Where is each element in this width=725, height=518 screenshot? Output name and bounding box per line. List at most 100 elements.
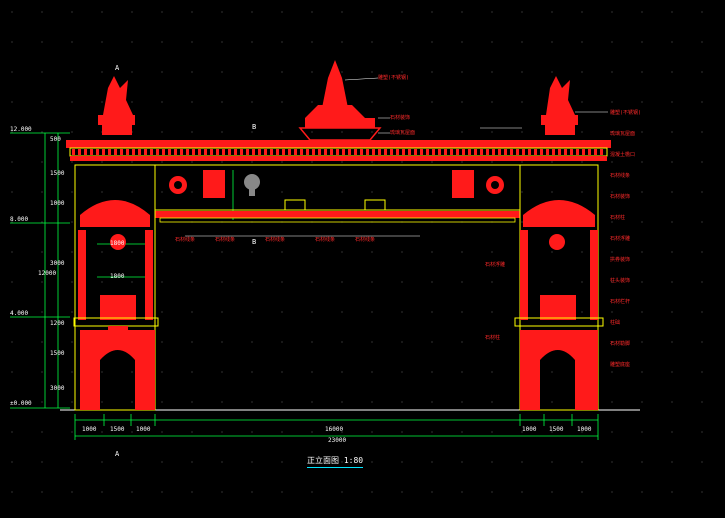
callout-label: 拱券装饰 xyxy=(610,257,631,263)
dentil xyxy=(138,149,141,155)
dentil xyxy=(378,149,381,155)
callout-label: 石材线条 xyxy=(175,237,196,243)
gate-structure[interactable] xyxy=(66,60,611,411)
dentil xyxy=(366,149,369,155)
callout-label: 石材装饰 xyxy=(390,115,411,121)
dentil xyxy=(210,149,213,155)
dentil xyxy=(570,149,573,155)
section-mark: B xyxy=(252,238,257,246)
dentil xyxy=(480,149,483,155)
dentil xyxy=(408,149,411,155)
dentil xyxy=(198,149,201,155)
callout-label: 石材浮雕 xyxy=(610,236,631,242)
dentil xyxy=(258,149,261,155)
medallion-ornament xyxy=(169,170,504,198)
dentil xyxy=(456,149,459,155)
dentil xyxy=(594,149,597,155)
dentil xyxy=(108,149,111,155)
callout-label: 石材线条 xyxy=(355,237,376,243)
callout-label: 柱础 xyxy=(610,320,621,326)
dentil xyxy=(588,149,591,155)
dentil xyxy=(600,149,603,155)
dentil xyxy=(192,149,195,155)
dentil xyxy=(84,149,87,155)
dentil xyxy=(402,149,405,155)
callout-label: 混凝土檐口 xyxy=(610,152,636,158)
right-tower xyxy=(514,164,604,411)
left-dim: 1000 xyxy=(50,200,65,207)
callout-label: 石材装饰 xyxy=(610,194,631,200)
dentil xyxy=(384,149,387,155)
section-mark: B xyxy=(252,123,257,131)
dentil xyxy=(216,149,219,155)
dentil xyxy=(228,149,231,155)
dentil xyxy=(96,149,99,155)
dentil xyxy=(504,149,507,155)
dentil xyxy=(180,149,183,155)
callout-label: 石材栏杆 xyxy=(610,299,631,305)
dentil xyxy=(150,149,153,155)
level-marker-12: 12.000 xyxy=(10,126,32,133)
dentil xyxy=(414,149,417,155)
dentil xyxy=(444,149,447,155)
dentil xyxy=(498,149,501,155)
dentil xyxy=(240,149,243,155)
callout-label: 柱头装饰 xyxy=(610,278,631,284)
dentil xyxy=(486,149,489,155)
beam-panel xyxy=(284,199,306,211)
dentil xyxy=(348,149,351,155)
beam-panel xyxy=(364,199,386,211)
callout-label: 石材线条 xyxy=(265,237,286,243)
callout-label: 石材柱 xyxy=(610,215,626,221)
dentil xyxy=(204,149,207,155)
left-dim: 1200 xyxy=(50,320,65,327)
dentil xyxy=(222,149,225,155)
dentil xyxy=(390,149,393,155)
dentil xyxy=(540,149,543,155)
dentil xyxy=(168,149,171,155)
dentil xyxy=(342,149,345,155)
callout-label: 雕塑底座 xyxy=(610,362,631,368)
dentil xyxy=(468,149,471,155)
inner-dim: 1800 xyxy=(110,273,125,280)
title-scale: 1:80 xyxy=(343,456,364,465)
callout-label: 石材勒脚 xyxy=(610,341,631,347)
drawing-title: 正立面图 1:80 xyxy=(307,455,364,468)
bottom-dim: 1500 xyxy=(110,426,125,433)
dentil xyxy=(372,149,375,155)
left-dim: 500 xyxy=(50,136,61,143)
dentil xyxy=(552,149,555,155)
dentil xyxy=(282,149,285,155)
beam-lower-band xyxy=(155,211,520,218)
left-dim: 1500 xyxy=(50,350,65,357)
left-dim-total: 12000 xyxy=(38,270,57,277)
dentil xyxy=(306,149,309,155)
dentil xyxy=(234,149,237,155)
dentil xyxy=(396,149,399,155)
roof-band xyxy=(66,140,611,148)
callout-label: 雕塑(不锈钢) xyxy=(378,75,410,81)
callout-label: 石材线条 xyxy=(315,237,336,243)
dentil xyxy=(450,149,453,155)
title-text: 正立面图 xyxy=(307,456,339,465)
left-dim: 3000 xyxy=(50,385,65,392)
dentil xyxy=(120,149,123,155)
dentil xyxy=(312,149,315,155)
dentil xyxy=(318,149,321,155)
dentil xyxy=(522,149,525,155)
callout-label: 石材柱 xyxy=(485,335,501,341)
dentil xyxy=(330,149,333,155)
dentil xyxy=(546,149,549,155)
dentil xyxy=(78,149,81,155)
dentil xyxy=(186,149,189,155)
dentil xyxy=(102,149,105,155)
dentil xyxy=(474,149,477,155)
frieze xyxy=(70,156,607,161)
dentil xyxy=(288,149,291,155)
dentil xyxy=(144,149,147,155)
callout-label: 石材线条 xyxy=(610,173,631,179)
level-marker-8: 8.000 xyxy=(10,216,29,223)
section-mark: A xyxy=(115,64,120,72)
dentil xyxy=(276,149,279,155)
callout-label: 雕塑(不锈钢) xyxy=(610,110,642,116)
